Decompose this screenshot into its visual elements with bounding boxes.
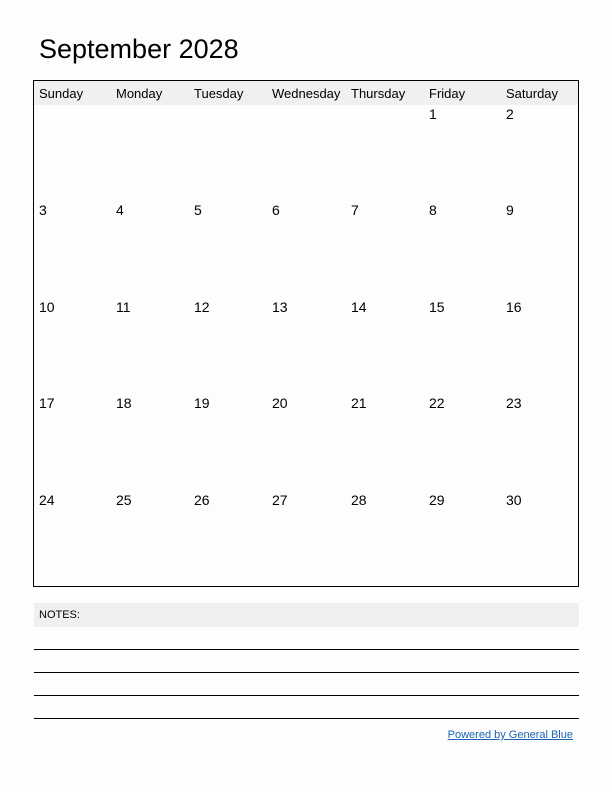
day-cell: 13 — [272, 299, 288, 315]
weekday-saturday: Saturday — [506, 86, 559, 101]
weekday-header-row: Sunday Monday Tuesday Wednesday Thursday… — [34, 81, 578, 105]
weekday-friday: Friday — [429, 86, 466, 101]
notes-line — [34, 672, 579, 673]
day-cell: 1 — [429, 106, 437, 122]
notes-line — [34, 649, 579, 650]
weekday-sunday: Sunday — [39, 86, 84, 101]
notes-line — [34, 718, 579, 719]
notes-line — [34, 695, 579, 696]
day-cell: 7 — [351, 202, 359, 218]
weekday-wednesday: Wednesday — [272, 86, 341, 101]
day-cell: 11 — [116, 299, 131, 315]
day-cell: 6 — [272, 202, 280, 218]
powered-by-link[interactable]: Powered by General Blue — [448, 729, 573, 741]
page-title: September 2028 — [39, 34, 239, 64]
day-cell: 24 — [39, 492, 55, 508]
day-cell: 14 — [351, 299, 367, 315]
day-cell: 30 — [506, 492, 522, 508]
day-cell: 16 — [506, 299, 522, 315]
day-cell: 15 — [429, 299, 445, 315]
day-cell: 3 — [39, 202, 47, 218]
day-cell: 8 — [429, 202, 437, 218]
day-cell: 27 — [272, 492, 288, 508]
calendar-grid: Sunday Monday Tuesday Wednesday Thursday… — [33, 80, 579, 587]
day-cell: 12 — [194, 299, 210, 315]
day-cell: 10 — [39, 299, 55, 315]
notes-label: NOTES: — [39, 609, 80, 621]
day-cell: 2 — [506, 106, 514, 122]
day-cell: 20 — [272, 395, 288, 411]
day-cell: 18 — [116, 395, 132, 411]
day-cell: 25 — [116, 492, 132, 508]
day-cell: 9 — [506, 202, 514, 218]
day-cell: 22 — [429, 395, 445, 411]
day-cell: 17 — [39, 395, 55, 411]
weekday-monday: Monday — [116, 86, 163, 101]
day-cell: 5 — [194, 202, 202, 218]
weekday-tuesday: Tuesday — [194, 86, 244, 101]
day-cell: 28 — [351, 492, 367, 508]
day-cell: 19 — [194, 395, 210, 411]
notes-header: NOTES: — [34, 603, 579, 627]
day-cell: 29 — [429, 492, 445, 508]
weekday-thursday: Thursday — [351, 86, 406, 101]
day-cell: 23 — [506, 395, 522, 411]
day-cell: 4 — [116, 202, 124, 218]
day-cell: 21 — [351, 395, 367, 411]
day-cell: 26 — [194, 492, 210, 508]
